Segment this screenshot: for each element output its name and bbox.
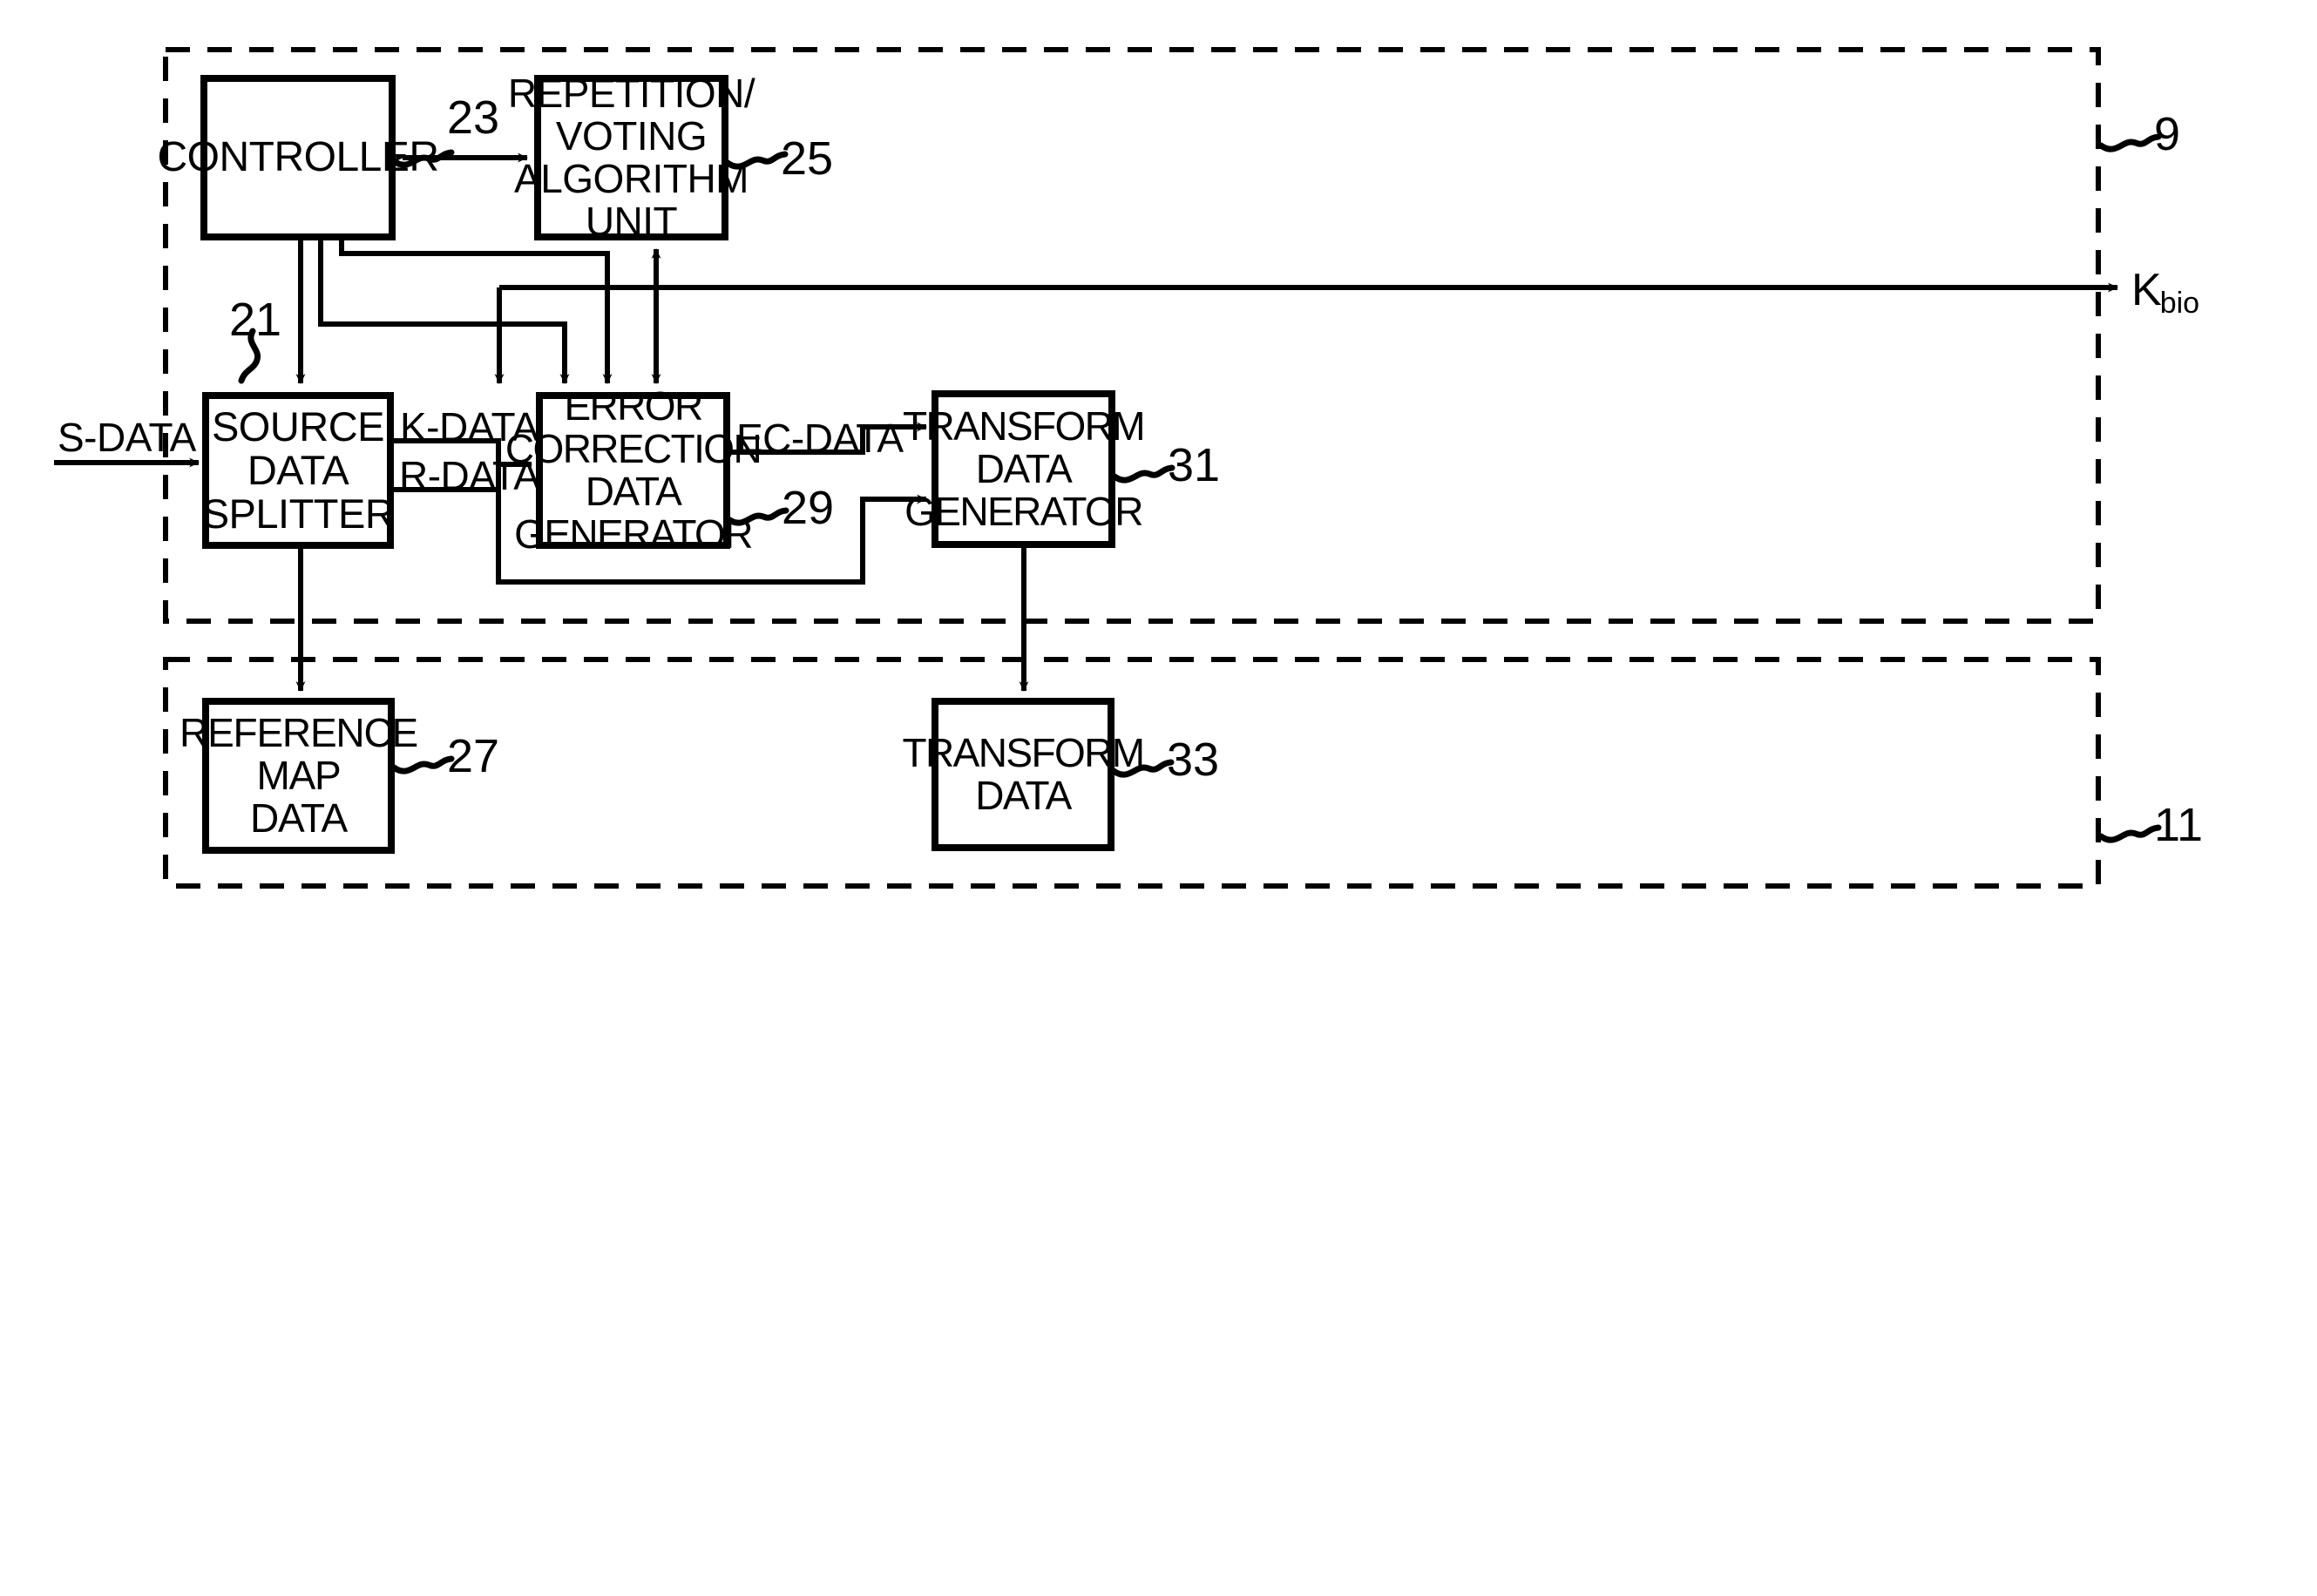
reference-numeral-31: 31	[1168, 439, 1221, 491]
block-reference-map-rect	[202, 698, 395, 854]
edge-label-k-data: K-DATA	[400, 404, 539, 450]
edge-label-s-data: S-DATA	[58, 415, 196, 460]
diagram-vector-layer	[54, 47, 2162, 889]
leader-23	[390, 149, 455, 168]
leader-11	[2097, 824, 2162, 843]
reference-numeral-11: 11	[2154, 799, 2204, 851]
edge-controller-to-ec-generator	[339, 239, 613, 384]
reference-numeral-21: 21	[229, 294, 282, 346]
patent-figure-canvas: CONTROLLER REPETITION/VOTING ALGORITHM UNI…	[0, 0, 2317, 1596]
edge-controller-to-ec-generator-2	[318, 239, 570, 384]
output-signal-kbio: Kbio	[2131, 264, 2201, 320]
leader-31	[1111, 464, 1175, 484]
block-repetition-voting-rect	[534, 75, 728, 240]
block-tf-generator-rect	[932, 390, 1115, 548]
edge-label-ec-data: EC-DATA	[736, 416, 904, 461]
reference-numeral-29: 29	[782, 482, 835, 534]
reference-numeral-9: 9	[2154, 108, 2181, 160]
reference-numeral-27: 27	[447, 730, 500, 782]
edge-label-r-data: R-DATA	[399, 453, 540, 498]
leader-29	[725, 507, 789, 526]
block-transform-data-rect	[932, 698, 1114, 851]
block-controller-rect	[200, 75, 396, 240]
reference-numeral-23: 23	[447, 91, 500, 144]
reference-numeral-33: 33	[1167, 734, 1220, 786]
reference-numeral-25: 25	[781, 132, 834, 185]
leader-27	[390, 755, 455, 774]
leader-9	[2097, 133, 2162, 152]
block-source-splitter-rect	[202, 392, 394, 549]
leader-33	[1110, 759, 1175, 778]
block-ec-generator-rect	[536, 392, 730, 549]
kbio-subscript: bio	[2159, 287, 2200, 320]
edge-ec-bus-to-kbio	[494, 282, 2118, 384]
leader-25	[724, 151, 789, 170]
kbio-base: K	[2131, 265, 2162, 315]
